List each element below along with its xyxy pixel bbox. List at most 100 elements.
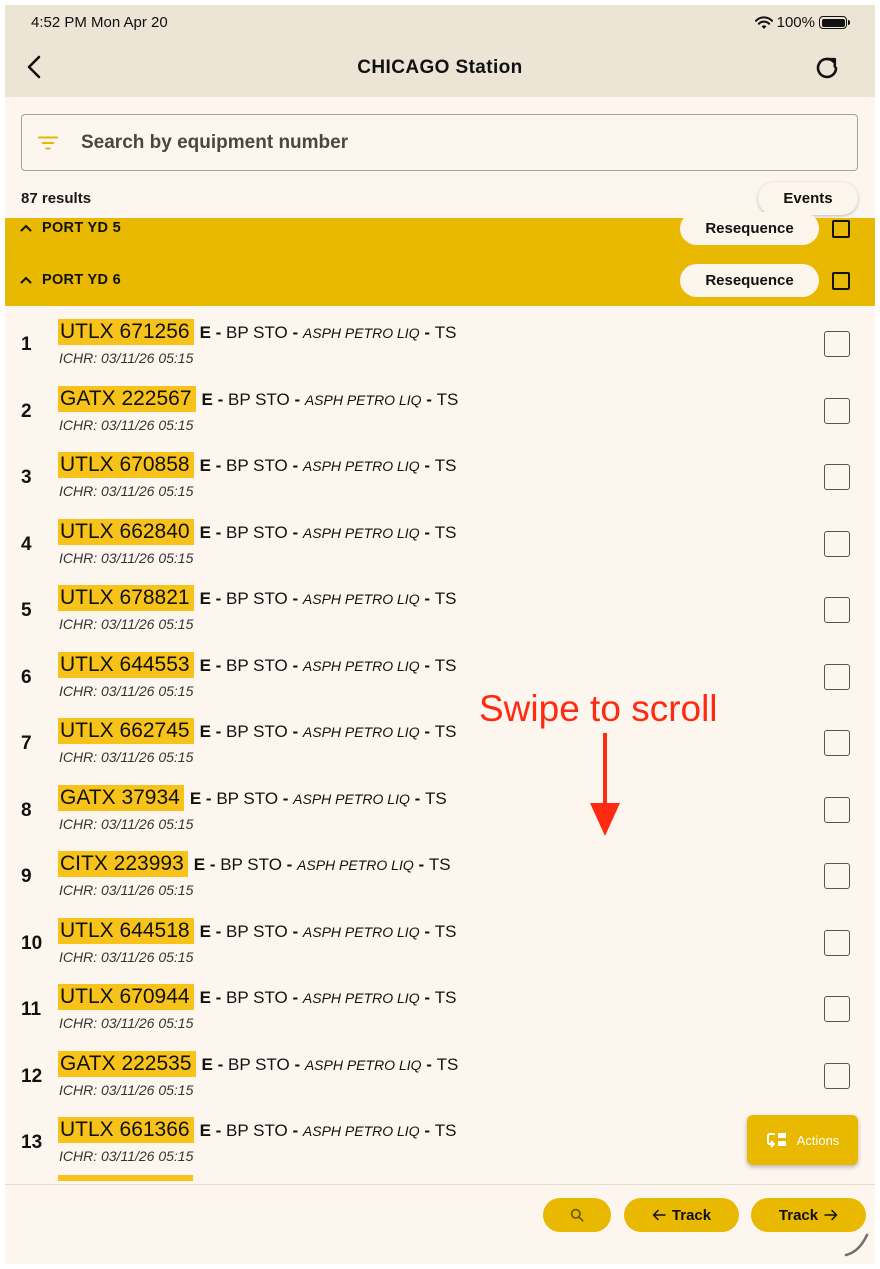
row-checkbox[interactable] — [824, 397, 850, 424]
equipment-number[interactable]: GATX 222535 — [58, 1050, 196, 1077]
list-item[interactable]: 9 CITX 223993 E - BP STO - ASPH PETRO LIQ … — [5, 842, 875, 908]
row-checkbox[interactable] — [824, 663, 850, 690]
actions-button[interactable]: Actions — [747, 1115, 858, 1165]
equipment-number[interactable]: UTLX 678821 — [58, 585, 194, 611]
equipment-number[interactable]: UTLX 670944 — [58, 984, 194, 1010]
row-checkbox[interactable] — [824, 863, 850, 889]
station-code: BP STO — [226, 655, 288, 675]
ichr-timestamp: ICHR: 03/11/26 05:15 — [59, 616, 194, 632]
separator: - — [287, 522, 303, 542]
track-forward-button[interactable]: Track — [751, 1198, 866, 1232]
group-checkbox[interactable] — [832, 272, 850, 290]
list-item[interactable]: 13 UTLX 661366 E - BP STO - ASPH PETRO LIQ… — [5, 1108, 875, 1174]
filter-icon[interactable] — [37, 135, 59, 151]
battery-percent: 100% — [776, 14, 815, 31]
separator: - — [287, 1121, 303, 1140]
separator: - — [278, 788, 294, 808]
equipment-list[interactable]: 1 UTLX 671256 E - BP STO - ASPH PETRO LIQ … — [5, 306, 875, 1184]
chevron-up-icon[interactable] — [20, 224, 32, 232]
resequence-button[interactable]: Resequence — [680, 264, 819, 297]
row-summary: GATX 222535 E - BP STO - ASPH PETRO LIQ -… — [58, 1050, 458, 1077]
separator: - — [419, 1121, 435, 1140]
row-checkbox[interactable] — [824, 331, 850, 357]
group-checkbox[interactable] — [832, 220, 850, 238]
car-code: TS — [434, 323, 457, 342]
refresh-icon[interactable] — [813, 54, 841, 82]
equipment-number[interactable]: UTLX 662745 — [58, 718, 194, 744]
car-code: TS — [434, 589, 457, 608]
load-status: E — [199, 522, 211, 542]
list-item[interactable]: 2 GATX 222567 E - BP STO - ASPH PETRO LIQ … — [5, 377, 875, 443]
station-code: BP STO — [216, 788, 279, 808]
row-summary: UTLX 661366 E - BP STO - ASPH PETRO LIQ -… — [58, 1117, 456, 1143]
load-status: E — [199, 988, 211, 1007]
equipment-number[interactable]: UTLX 661366 — [58, 1117, 194, 1143]
row-checkbox[interactable] — [824, 1062, 850, 1089]
search-box[interactable] — [21, 114, 858, 171]
equipment-number[interactable]: GATX 222567 — [58, 385, 196, 412]
row-checkbox[interactable] — [824, 597, 850, 623]
separator: - — [210, 655, 227, 675]
row-checkbox[interactable] — [824, 730, 850, 756]
equipment-number[interactable]: UTLX 644518 — [58, 917, 194, 944]
row-checkbox[interactable] — [824, 464, 850, 490]
resequence-button[interactable]: Resequence — [680, 212, 819, 245]
list-item[interactable]: 1 UTLX 671256 E - BP STO - ASPH PETRO LIQ … — [5, 310, 875, 376]
row-number: 13 — [21, 1132, 43, 1153]
list-item[interactable]: 6 UTLX 644553 E - BP STO - ASPH PETRO LIQ … — [5, 643, 875, 709]
group-header-port-yd-5[interactable]: PORT YD 5 Resequence — [5, 210, 875, 250]
actions-label: Actions — [796, 1132, 840, 1148]
chevron-up-icon[interactable] — [20, 276, 32, 284]
equipment-number[interactable]: UTLX 662840 — [58, 518, 194, 545]
list-item[interactable]: 5 UTLX 678821 E - BP STO - ASPH PETRO LIQ … — [5, 576, 875, 642]
results-count: 87 results — [21, 190, 92, 207]
list-item[interactable]: 11 UTLX 670944 E - BP STO - ASPH PETRO LIQ… — [5, 975, 875, 1041]
separator: - — [287, 589, 303, 608]
load-status: E — [199, 655, 211, 675]
separator: - — [289, 1054, 305, 1074]
row-number: 9 — [21, 866, 32, 887]
row-checkbox[interactable] — [824, 929, 850, 956]
search-button[interactable] — [543, 1198, 611, 1232]
load-status: E — [199, 1121, 211, 1140]
separator: - — [287, 722, 303, 741]
group-header-port-yd-6[interactable]: PORT YD 6 Resequence — [5, 262, 875, 302]
list-item[interactable]: 8 GATX 37934 E - BP STO - ASPH PETRO LIQ -… — [5, 776, 875, 842]
row-checkbox[interactable] — [824, 996, 850, 1022]
equipment-number[interactable]: GATX 37934 — [58, 784, 184, 811]
equipment-number[interactable]: UTLX 671256 — [58, 319, 194, 345]
ichr-timestamp: ICHR: 03/11/26 05:15 — [59, 882, 194, 898]
load-status: E — [193, 855, 206, 874]
row-checkbox[interactable] — [824, 530, 850, 557]
row-checkbox[interactable] — [824, 796, 850, 823]
list-item[interactable]: 3 UTLX 670858 E - BP STO - ASPH PETRO LIQ … — [5, 443, 875, 509]
separator: - — [287, 921, 303, 941]
list-item[interactable]: 4 UTLX 662840 E - BP STO - ASPH PETRO LIQ … — [5, 510, 875, 576]
row-summary: GATX 222567 E - BP STO - ASPH PETRO LIQ -… — [58, 385, 458, 412]
ichr-timestamp: ICHR: 03/11/26 05:15 — [59, 1015, 194, 1031]
load-status: E — [199, 323, 211, 342]
equipment-number[interactable]: UTLX 644553 — [58, 651, 194, 678]
car-code: TS — [434, 1121, 457, 1140]
list-item[interactable]: 10 UTLX 644518 E - BP STO - ASPH PETRO LIQ… — [5, 909, 875, 975]
track-back-button[interactable]: Track — [624, 1198, 739, 1232]
search-input[interactable] — [81, 131, 781, 154]
group-name: PORT YD 6 — [42, 272, 121, 288]
wifi-icon — [754, 15, 773, 29]
battery-icon — [819, 16, 850, 29]
station-code: BP STO — [226, 589, 288, 608]
commodity: ASPH PETRO LIQ — [302, 724, 420, 740]
equipment-number[interactable]: UTLX 670858 — [58, 452, 194, 478]
equipment-number[interactable]: CITX 223993 — [58, 851, 188, 877]
separator: - — [205, 855, 221, 874]
list-item[interactable]: 7 UTLX 662745 E - BP STO - ASPH PETRO LIQ … — [5, 709, 875, 775]
commodity: ASPH PETRO LIQ — [302, 990, 420, 1006]
load-status: E — [199, 589, 211, 608]
separator: - — [210, 323, 227, 342]
swipe-hint-text: Swipe to scroll — [479, 688, 718, 729]
row-summary: CITX 223993 E - BP STO - ASPH PETRO LIQ -… — [58, 851, 451, 877]
actions-icon — [766, 1133, 786, 1148]
row-summary: UTLX 644553 E - BP STO - ASPH PETRO LIQ -… — [58, 651, 456, 678]
separator: - — [201, 788, 217, 808]
list-item[interactable]: 12 GATX 222535 E - BP STO - ASPH PETRO LIQ… — [5, 1042, 875, 1108]
